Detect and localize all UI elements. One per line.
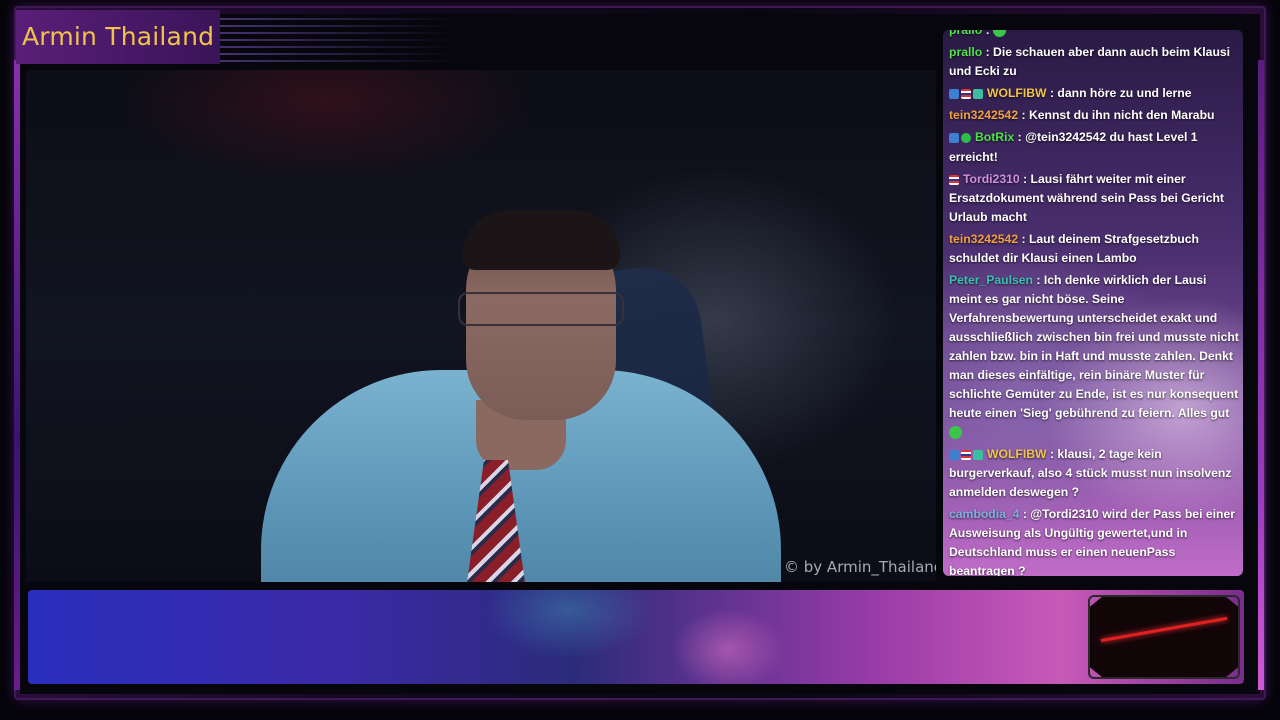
flag-badge-icon bbox=[949, 174, 959, 185]
chat-username[interactable]: WOLFIBW bbox=[987, 86, 1047, 100]
chat-username[interactable]: prallo bbox=[949, 30, 982, 37]
chat-username[interactable]: Peter_Paulsen bbox=[949, 273, 1033, 287]
webcam-video[interactable]: © by Armin_Thailand bbox=[26, 70, 936, 582]
channel-title: Armin Thailand bbox=[22, 22, 215, 51]
chat-username[interactable]: Tordi2310 bbox=[963, 172, 1020, 186]
flag-badge-icon bbox=[961, 449, 971, 460]
gift-badge-icon bbox=[973, 89, 983, 100]
chat-message: tein3242542 : Laut deinem Strafgesetzbuc… bbox=[949, 230, 1241, 271]
checkmark-emote-icon bbox=[949, 426, 962, 440]
chat-username[interactable]: tein3242542 bbox=[949, 108, 1018, 122]
chat-username[interactable]: BotRix bbox=[975, 130, 1014, 144]
chat-username[interactable]: prallo bbox=[949, 45, 982, 59]
chat-username[interactable]: cambodia_4 bbox=[949, 507, 1019, 521]
chat-message: prallo : bbox=[949, 30, 1241, 43]
chat-badges bbox=[949, 445, 985, 464]
blue-badge-icon bbox=[949, 449, 959, 460]
gift-badge-icon bbox=[973, 449, 983, 460]
bottom-banner bbox=[28, 590, 1244, 684]
check-badge-icon bbox=[961, 133, 971, 144]
chat-badges bbox=[949, 170, 961, 189]
chat-badges bbox=[949, 129, 973, 148]
chat-message: Peter_Paulsen : Ich denke wirklich der L… bbox=[949, 271, 1241, 445]
chat-message-text: : bbox=[982, 30, 994, 37]
chat-message-text: : Kennst du ihn nicht den Marabu bbox=[1018, 108, 1215, 123]
chat-username[interactable]: tein3242542 bbox=[949, 232, 1018, 246]
video-watermark: © by Armin_Thailand bbox=[784, 558, 936, 576]
mini-camera-frame bbox=[1088, 595, 1240, 679]
chat-message-list: prallo : prallo : Die schauen aber dann … bbox=[949, 30, 1241, 576]
chat-message: BotRix : @tein3242542 du hast Level 1 er… bbox=[949, 128, 1241, 169]
chat-message: Tordi2310 : Lausi fährt weiter mit einer… bbox=[949, 170, 1241, 230]
chat-message: WOLFIBW : dann höre zu und lerne bbox=[949, 84, 1241, 106]
glasses bbox=[458, 292, 624, 326]
chat-message-text: : Die schauen aber dann auch beim Klausi… bbox=[949, 45, 1231, 78]
chat-message: tein3242542 : Kennst du ihn nicht den Ma… bbox=[949, 106, 1241, 128]
checkmark-emote-icon bbox=[993, 30, 1007, 38]
chat-panel[interactable]: prallo : prallo : Die schauen aber dann … bbox=[943, 30, 1243, 576]
person-hair bbox=[462, 210, 620, 270]
chat-badges bbox=[949, 84, 985, 103]
chat-message: prallo : Die schauen aber dann auch beim… bbox=[949, 43, 1241, 84]
flag-badge-icon bbox=[961, 89, 971, 100]
blue-badge-icon bbox=[949, 89, 959, 100]
chat-message: cambodia_4 : @Tordi2310 wird der Pass be… bbox=[949, 505, 1241, 576]
title-decoration-lines bbox=[220, 18, 460, 62]
overlay-left-neon-edge bbox=[14, 60, 20, 690]
overlay-right-neon-edge bbox=[1258, 60, 1264, 690]
chat-message-text: : dann höre zu und lerne bbox=[1046, 86, 1192, 100]
blue-badge-icon bbox=[949, 133, 959, 144]
chat-message: WOLFIBW : klausi, 2 tage kein burgerverk… bbox=[949, 445, 1241, 505]
chat-message-text: : Ich denke wirklich der Lausi meint es … bbox=[949, 272, 1239, 420]
chat-username[interactable]: WOLFIBW bbox=[987, 447, 1047, 461]
